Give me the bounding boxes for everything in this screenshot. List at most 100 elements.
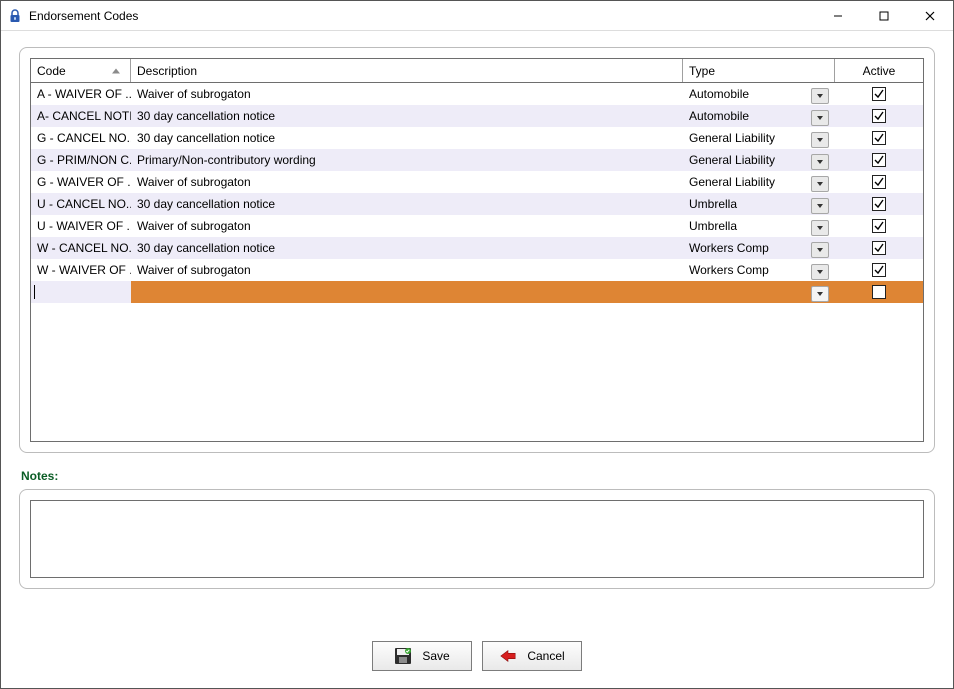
- chevron-down-icon: [817, 292, 823, 296]
- cell-code[interactable]: W - CANCEL NO...: [31, 237, 131, 259]
- new-row-type-cell[interactable]: [683, 281, 811, 303]
- cell-type[interactable]: Automobile: [683, 105, 811, 127]
- active-checkbox[interactable]: [872, 263, 886, 277]
- active-checkbox[interactable]: [872, 131, 886, 145]
- cell-type[interactable]: Automobile: [683, 83, 811, 105]
- cell-active: [835, 83, 923, 105]
- cell-active: [835, 215, 923, 237]
- chevron-down-icon: [817, 204, 823, 208]
- table-row[interactable]: A- CANCEL NOTI...30 day cancellation not…: [31, 105, 923, 127]
- table-row[interactable]: G - CANCEL NO...30 day cancellation noti…: [31, 127, 923, 149]
- chevron-down-icon: [817, 270, 823, 274]
- table-row[interactable]: U - CANCEL NO...30 day cancellation noti…: [31, 193, 923, 215]
- active-checkbox[interactable]: [872, 153, 886, 167]
- active-checkbox[interactable]: [872, 285, 886, 299]
- cell-description[interactable]: Waiver of subrogaton: [131, 83, 683, 105]
- new-row-highlighted-area[interactable]: [131, 281, 923, 303]
- table-new-row[interactable]: [31, 281, 923, 303]
- cell-description[interactable]: Primary/Non-contributory wording: [131, 149, 683, 171]
- column-header-type[interactable]: Type: [683, 59, 835, 82]
- notes-textarea[interactable]: [30, 500, 924, 578]
- cell-code[interactable]: W - WAIVER OF ...: [31, 259, 131, 281]
- column-header-active[interactable]: Active: [835, 59, 923, 82]
- type-dropdown-button[interactable]: [811, 88, 829, 104]
- cell-type-dropdown-wrap: [811, 105, 835, 127]
- cell-type[interactable]: Umbrella: [683, 193, 811, 215]
- cell-code[interactable]: U - CANCEL NO...: [31, 193, 131, 215]
- cell-description[interactable]: 30 day cancellation notice: [131, 105, 683, 127]
- cell-type[interactable]: General Liability: [683, 171, 811, 193]
- type-dropdown-button[interactable]: [811, 220, 829, 236]
- cell-code[interactable]: A - WAIVER OF ...: [31, 83, 131, 105]
- type-dropdown-button[interactable]: [811, 132, 829, 148]
- new-row-active-cell: [835, 281, 923, 303]
- cell-type-dropdown-wrap: [811, 171, 835, 193]
- type-dropdown-button[interactable]: [811, 154, 829, 170]
- type-dropdown-button[interactable]: [811, 242, 829, 258]
- active-checkbox[interactable]: [872, 175, 886, 189]
- type-dropdown-button[interactable]: [811, 198, 829, 214]
- new-row-description-input[interactable]: [131, 281, 683, 303]
- active-checkbox[interactable]: [872, 109, 886, 123]
- table-row[interactable]: W - CANCEL NO...30 day cancellation noti…: [31, 237, 923, 259]
- cell-type-dropdown-wrap: [811, 83, 835, 105]
- cell-description[interactable]: 30 day cancellation notice: [131, 237, 683, 259]
- cell-code[interactable]: G - PRIM/NON C...: [31, 149, 131, 171]
- column-header-description[interactable]: Description: [131, 59, 683, 82]
- window-title: Endorsement Codes: [29, 9, 815, 23]
- cell-type[interactable]: General Liability: [683, 149, 811, 171]
- notes-panel: [19, 489, 935, 589]
- table-row[interactable]: W - WAIVER OF ...Waiver of subrogatonWor…: [31, 259, 923, 281]
- cell-type[interactable]: Workers Comp: [683, 237, 811, 259]
- cell-code[interactable]: G - WAIVER OF ...: [31, 171, 131, 193]
- column-header-code[interactable]: Code: [31, 59, 131, 82]
- active-checkbox[interactable]: [872, 87, 886, 101]
- cell-description[interactable]: Waiver of subrogaton: [131, 171, 683, 193]
- cancel-icon: [499, 647, 517, 665]
- cell-code[interactable]: G - CANCEL NO...: [31, 127, 131, 149]
- cell-type[interactable]: General Liability: [683, 127, 811, 149]
- button-bar: Save Cancel: [1, 624, 953, 688]
- grid-header: Code Description Type Active: [31, 59, 923, 83]
- cell-description[interactable]: 30 day cancellation notice: [131, 193, 683, 215]
- table-row[interactable]: G - WAIVER OF ...Waiver of subrogatonGen…: [31, 171, 923, 193]
- chevron-down-icon: [817, 226, 823, 230]
- cell-type[interactable]: Workers Comp: [683, 259, 811, 281]
- grid: Code Description Type Active A - WAIV: [30, 58, 924, 442]
- cancel-button[interactable]: Cancel: [482, 641, 582, 671]
- cell-code[interactable]: U - WAIVER OF ...: [31, 215, 131, 237]
- maximize-button[interactable]: [861, 1, 907, 30]
- cell-code[interactable]: A- CANCEL NOTI...: [31, 105, 131, 127]
- chevron-down-icon: [817, 116, 823, 120]
- table-row[interactable]: U - WAIVER OF ...Waiver of subrogatonUmb…: [31, 215, 923, 237]
- cell-type[interactable]: Umbrella: [683, 215, 811, 237]
- active-checkbox[interactable]: [872, 197, 886, 211]
- new-row-code-input[interactable]: [31, 281, 131, 303]
- chevron-down-icon: [817, 160, 823, 164]
- close-button[interactable]: [907, 1, 953, 30]
- cell-active: [835, 171, 923, 193]
- column-header-code-label: Code: [37, 64, 66, 78]
- cell-description[interactable]: Waiver of subrogaton: [131, 215, 683, 237]
- save-icon: [394, 647, 412, 665]
- chevron-down-icon: [817, 248, 823, 252]
- cell-description[interactable]: Waiver of subrogaton: [131, 259, 683, 281]
- active-checkbox[interactable]: [872, 241, 886, 255]
- type-dropdown-button[interactable]: [811, 264, 829, 280]
- cell-description[interactable]: 30 day cancellation notice: [131, 127, 683, 149]
- lock-icon: [7, 8, 23, 24]
- notes-section: Notes:: [19, 463, 935, 589]
- column-header-type-label: Type: [689, 64, 715, 78]
- cell-type-dropdown-wrap: [811, 127, 835, 149]
- table-row[interactable]: A - WAIVER OF ...Waiver of subrogatonAut…: [31, 83, 923, 105]
- minimize-button[interactable]: [815, 1, 861, 30]
- cell-type-dropdown-wrap: [811, 215, 835, 237]
- type-dropdown-button[interactable]: [811, 286, 829, 302]
- table-row[interactable]: G - PRIM/NON C...Primary/Non-contributor…: [31, 149, 923, 171]
- active-checkbox[interactable]: [872, 219, 886, 233]
- type-dropdown-button[interactable]: [811, 110, 829, 126]
- text-caret: [34, 285, 35, 299]
- type-dropdown-button[interactable]: [811, 176, 829, 192]
- save-button[interactable]: Save: [372, 641, 472, 671]
- titlebar: Endorsement Codes: [1, 1, 953, 31]
